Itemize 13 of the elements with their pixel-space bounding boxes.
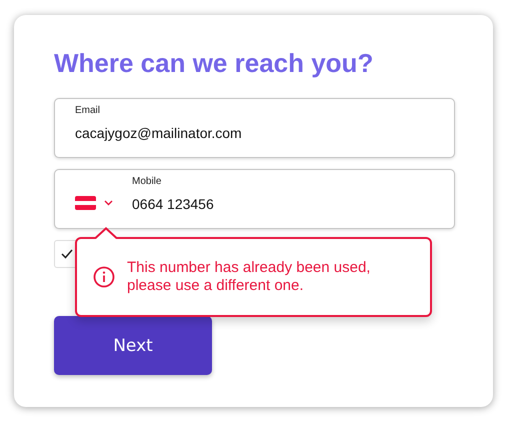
form-title: Where can we reach you? [54,49,374,77]
info-icon [93,266,115,288]
email-field[interactable]: Email cacajygoz@mailinator.com [54,98,455,158]
chevron-down-icon [104,200,113,206]
mobile-field[interactable]: Mobile 0664 123456 [54,169,455,229]
field-label: Email [75,105,102,116]
error-message: This number has already been used, please use a different one. [127,259,372,295]
next-button[interactable]: Next [54,316,212,375]
check-icon [61,249,73,259]
flag-icon [75,196,96,210]
field-value: cacajygoz@mailinator.com [75,125,242,141]
field-label: Mobile [132,176,162,187]
field-value: 0664 123456 [132,196,214,212]
